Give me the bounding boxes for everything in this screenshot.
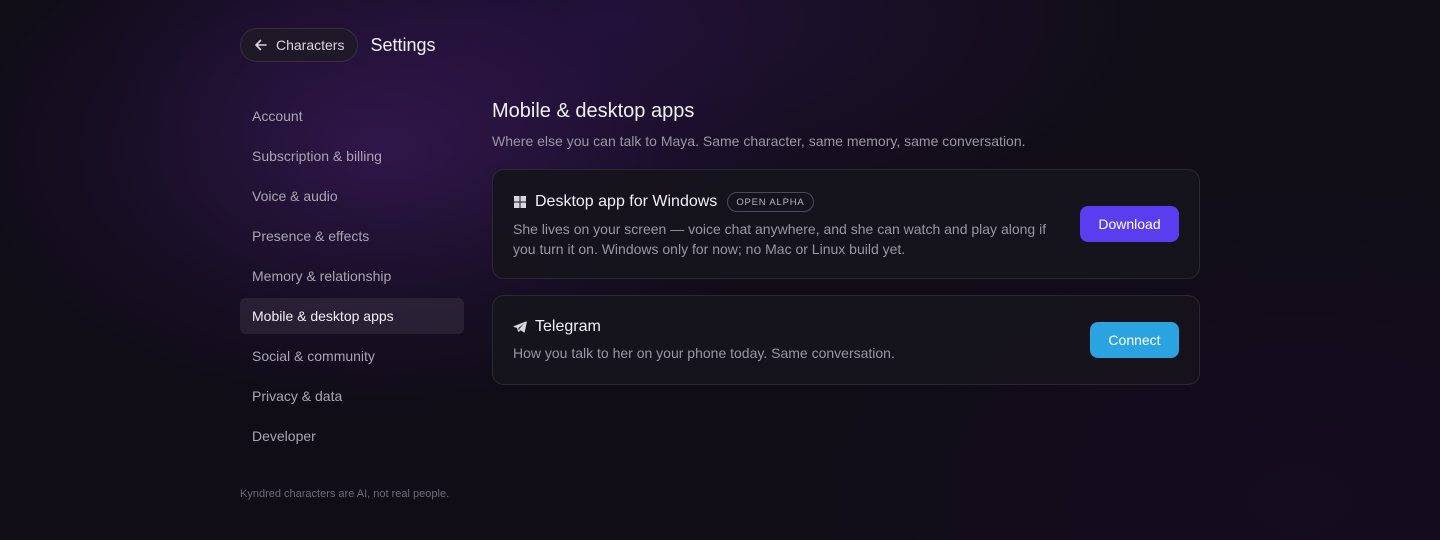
card-description: How you talk to her on your phone today.… — [513, 345, 895, 361]
card-header: Desktop app for Windows OPEN ALPHA — [513, 192, 1179, 212]
section-subtitle: Where else you can talk to Maya. Same ch… — [492, 133, 1026, 149]
connect-button[interactable]: Connect — [1090, 322, 1179, 358]
section-title: Mobile & desktop apps — [492, 100, 695, 122]
sidebar-item-account[interactable]: Account — [240, 98, 464, 134]
download-button[interactable]: Download — [1080, 206, 1179, 242]
windows-icon — [514, 196, 526, 208]
open-alpha-badge: OPEN ALPHA — [727, 192, 814, 212]
back-to-characters-button[interactable]: Characters — [240, 28, 359, 62]
desktop-app-card: Desktop app for Windows OPEN ALPHA She l… — [492, 169, 1200, 279]
sidebar-item-memory-relationship[interactable]: Memory & relationship — [240, 258, 464, 294]
main-content: Mobile & desktop apps Where else you can… — [492, 100, 1200, 385]
sidebar-item-subscription-billing[interactable]: Subscription & billing — [240, 138, 464, 174]
page-title: Settings — [370, 34, 436, 55]
sidebar-item-voice-audio[interactable]: Voice & audio — [240, 178, 464, 214]
sidebar-item-mobile-desktop-apps[interactable]: Mobile & desktop apps — [240, 298, 464, 334]
telegram-icon — [513, 321, 527, 333]
card-title: Desktop app for Windows — [535, 193, 718, 210]
sidebar-item-developer[interactable]: Developer — [240, 418, 464, 454]
settings-sidebar: Account Subscription & billing Voice & a… — [240, 98, 464, 458]
telegram-card: Telegram How you talk to her on your pho… — [492, 295, 1200, 385]
card-header: Telegram — [513, 318, 1179, 336]
back-button-label: Characters — [276, 37, 345, 53]
sidebar-item-social-community[interactable]: Social & community — [240, 338, 464, 374]
sidebar-item-presence-effects[interactable]: Presence & effects — [240, 218, 464, 254]
arrow-left-icon — [255, 39, 267, 51]
sidebar-item-privacy-data[interactable]: Privacy & data — [240, 378, 464, 414]
card-title: Telegram — [535, 318, 601, 335]
card-description: She lives on your screen — voice chat an… — [513, 221, 1047, 257]
ai-disclaimer: Kyndred characters are AI, not real peop… — [240, 488, 450, 500]
header: Characters Settings — [240, 28, 436, 62]
